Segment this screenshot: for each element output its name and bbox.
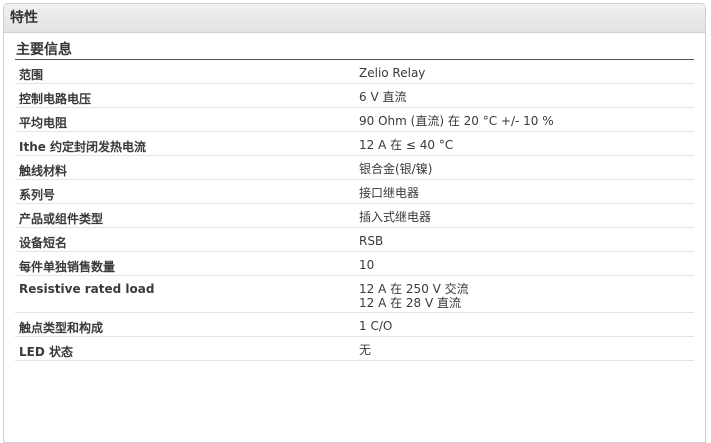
spec-label: 触点类型和构成: [15, 312, 357, 337]
spec-value: 12 A 在 250 V 交流: [359, 282, 469, 296]
spec-value: Zelio Relay: [359, 66, 426, 80]
spec-value: 无: [359, 343, 372, 357]
spec-value: 12 A 在 ≤ 40 °C: [359, 138, 454, 152]
spec-value: 90 Ohm (直流) 在 20 °C +/- 10 %: [359, 114, 554, 128]
spec-value-cell: 1 C/O: [357, 312, 694, 337]
spec-label: LED 状态: [15, 336, 357, 361]
spec-row: 系列号 接口继电器: [15, 179, 694, 204]
spec-label: Resistive rated load: [15, 275, 357, 313]
spec-label: Ithe 约定封闭发热电流: [15, 131, 357, 156]
spec-row: LED 状态无: [15, 336, 694, 361]
spec-value: 6 V 直流: [359, 90, 407, 104]
section-title: 主要信息: [15, 41, 694, 60]
spec-row: 范围 Zelio Relay: [15, 60, 694, 84]
spec-label: 触线材料: [15, 155, 357, 180]
panel-header: 特性: [4, 4, 705, 33]
spec-label: 每件单独销售数量: [15, 251, 357, 276]
spec-value: RSB: [359, 234, 384, 248]
spec-value: 银合金(银/镍): [359, 162, 433, 176]
spec-label: 控制电路电压: [15, 83, 357, 108]
spec-value-cell: 90 Ohm (直流) 在 20 °C +/- 10 %: [357, 107, 694, 132]
spec-row: Ithe 约定封闭发热电流 12 A 在 ≤ 40 °C: [15, 131, 694, 156]
spec-label: 平均电阻: [15, 107, 357, 132]
spec-row: 平均电阻 90 Ohm (直流) 在 20 °C +/- 10 %: [15, 107, 694, 132]
spec-row: Resistive rated load 12 A 在 250 V 交流 12 A …: [15, 275, 694, 313]
spec-value-cell: 6 V 直流: [357, 83, 694, 108]
spec-value-cell: RSB: [357, 227, 694, 252]
spec-value: 10: [359, 258, 375, 272]
spec-value-cell: 接口继电器: [357, 179, 694, 204]
spec-value: 1 C/O: [359, 319, 393, 333]
spec-value: 12 A 在 28 V 直流: [359, 296, 462, 310]
spec-value-cell: 12 A 在 250 V 交流 12 A 在 28 V 直流: [357, 275, 694, 313]
spec-value-cell: Zelio Relay: [357, 60, 694, 84]
spec-value: 接口继电器: [359, 186, 420, 200]
spec-value-cell: 10: [357, 251, 694, 276]
spec-value-cell: 12 A 在 ≤ 40 °C: [357, 131, 694, 156]
spec-value-cell: 插入式继电器: [357, 203, 694, 228]
specs-table: 范围 Zelio Relay 控制电路电压 6 V 直流 平均电阻 90 Ohm (直流)…: [15, 60, 694, 361]
spec-row: 控制电路电压 6 V 直流: [15, 83, 694, 108]
spec-row: 产品或组件类型 插入式继电器: [15, 203, 694, 228]
spec-row: 设备短名 RSB: [15, 227, 694, 252]
spec-value: 插入式继电器: [359, 210, 432, 224]
characteristics-panel: 特性 主要信息 范围 Zelio Relay 控制电路电压 6 V 直流 平均电阻 90 …: [3, 3, 706, 443]
spec-row: 每件单独销售数量 10: [15, 251, 694, 276]
spec-value-cell: 银合金(银/镍): [357, 155, 694, 180]
spec-row: 触线材料 银合金(银/镍): [15, 155, 694, 180]
spec-label: 设备短名: [15, 227, 357, 252]
spec-label: 产品或组件类型: [15, 203, 357, 228]
spec-label: 系列号: [15, 179, 357, 204]
spec-row: 触点类型和构成 1 C/O: [15, 312, 694, 337]
spec-value-cell: 无: [357, 336, 694, 361]
spec-label: 范围: [15, 60, 357, 84]
